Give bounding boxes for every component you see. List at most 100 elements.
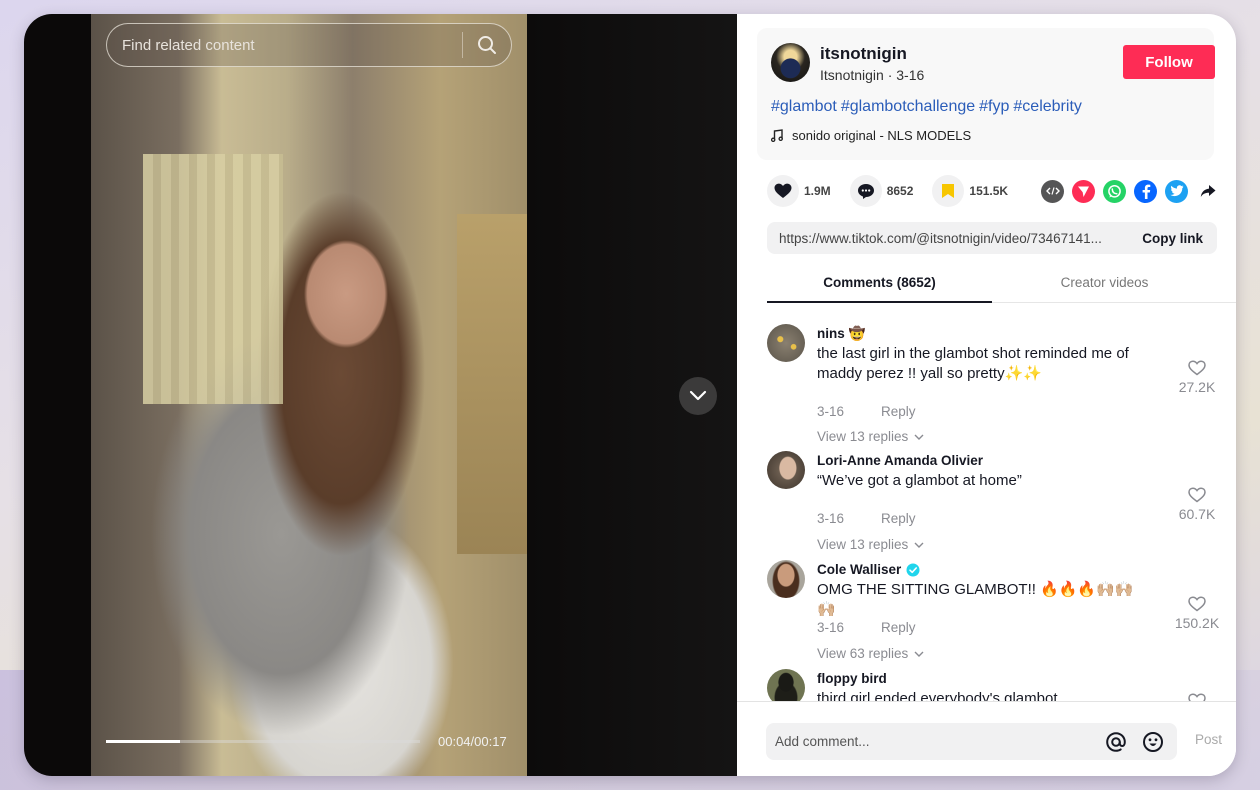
comment-item: floppy bird third girl ended everybody's… <box>767 669 1227 701</box>
heart-outline-icon <box>1188 693 1206 701</box>
comment-input-wrapper <box>766 723 1177 760</box>
follow-button[interactable]: Follow <box>1123 45 1215 79</box>
chevron-down-icon <box>914 542 924 548</box>
details-panel: itsnotnigin Itsnotnigin · 3-16 Follow #g… <box>737 14 1236 776</box>
tab-comments[interactable]: Comments (8652) <box>767 267 992 303</box>
bookmark-icon <box>942 184 955 198</box>
tab-creator-videos[interactable]: Creator videos <box>992 267 1217 302</box>
next-video-button[interactable] <box>679 377 717 415</box>
video-player[interactable]: 00:04/00:17 <box>24 14 737 776</box>
hashtag-link[interactable]: #glambot <box>771 98 837 115</box>
view-replies-button[interactable]: View 63 replies <box>817 646 924 661</box>
at-mention-icon <box>1106 731 1126 752</box>
heart-icon <box>774 183 792 198</box>
comment-text: the last girl in the glambot shot remind… <box>817 345 1129 382</box>
video-link-box: https://www.tiktok.com/@itsnotnigin/vide… <box>767 222 1217 254</box>
view-replies-label: View 13 replies <box>817 429 909 444</box>
comment-avatar[interactable] <box>767 324 805 362</box>
facebook-share-button[interactable] <box>1134 179 1157 203</box>
comment-like-button[interactable]: 150.2K <box>1167 596 1227 631</box>
embed-button[interactable] <box>1041 179 1064 203</box>
author-avatar[interactable] <box>771 43 810 82</box>
video-url[interactable]: https://www.tiktok.com/@itsnotnigin/vide… <box>767 231 1132 246</box>
comment-avatar[interactable] <box>767 669 805 701</box>
chevron-down-icon <box>914 651 924 657</box>
emoji-icon <box>1143 731 1163 752</box>
share-icons <box>1041 179 1219 203</box>
comment-meta: 3-16 Reply <box>817 620 916 635</box>
comment-input[interactable] <box>766 734 1103 749</box>
comment-username[interactable]: floppy bird <box>817 671 887 686</box>
tiktok-video-modal: 00:04/00:17 itsnotnigin Itsnotnigin · 3-… <box>24 14 1236 776</box>
view-replies-button[interactable]: View 13 replies <box>817 429 924 444</box>
comment-like-count: 60.7K <box>1178 506 1216 522</box>
post-comment-button[interactable]: Post <box>1195 732 1222 747</box>
comment-text: third girl ended everybody's glambot <box>817 690 1058 701</box>
comment-like-count: 150.2K <box>1174 615 1220 631</box>
more-share-button[interactable] <box>1196 180 1219 203</box>
reply-button[interactable]: Reply <box>881 404 916 419</box>
comment-date: 3-16 <box>817 404 845 419</box>
comment-avatar[interactable] <box>767 451 805 489</box>
author-name[interactable]: itsnotnigin <box>820 44 907 64</box>
heart-outline-icon <box>1188 360 1206 376</box>
video-progress-bar[interactable] <box>106 740 420 743</box>
emoji-button[interactable] <box>1140 729 1166 755</box>
comment-text: “We’ve got a glambot at home” <box>817 472 1022 489</box>
twitter-share-button[interactable] <box>1165 179 1188 203</box>
related-content-search <box>106 23 512 67</box>
comment-like-button[interactable]: 60.7K <box>1167 487 1227 522</box>
video-frame[interactable] <box>91 14 527 776</box>
video-time: 00:04/00:17 <box>438 734 507 749</box>
comment-meta: 3-16 Reply <box>817 511 916 526</box>
mention-button[interactable] <box>1103 729 1129 755</box>
view-replies-label: View 63 replies <box>817 646 909 661</box>
panel-tabs: Comments (8652) Creator videos <box>767 267 1236 303</box>
comment-item: nins 🤠 the last girl in the glambot shot… <box>767 324 1227 444</box>
comment-username[interactable]: Cole Walliser <box>817 562 901 577</box>
author-subtitle: Itsnotnigin · 3-16 <box>820 67 925 83</box>
search-input[interactable] <box>107 36 462 54</box>
comment-like-button[interactable]: 27.2K <box>1167 360 1227 395</box>
music-note-icon <box>771 129 783 142</box>
whatsapp-icon <box>1108 184 1121 198</box>
chevron-down-icon <box>689 390 707 401</box>
video-scene-curtain <box>143 154 283 404</box>
comment-avatar[interactable] <box>767 560 805 598</box>
comment-like-count: 27.2K <box>1178 379 1216 395</box>
comment-like-button[interactable] <box>1167 693 1227 701</box>
whatsapp-share-button[interactable] <box>1103 179 1126 203</box>
music-link[interactable]: sonido original - NLS MODELS <box>771 128 971 143</box>
comment-username-row: Cole Walliser <box>817 562 920 577</box>
comment-button[interactable]: 8652 <box>849 175 913 207</box>
comment-date: 3-16 <box>817 511 845 526</box>
embed-icon <box>1045 187 1060 195</box>
reply-button[interactable]: Reply <box>881 511 916 526</box>
hashtag-link[interactable]: #celebrity <box>1013 98 1081 115</box>
comment-composer: Post <box>737 701 1236 776</box>
heart-outline-icon <box>1188 487 1206 503</box>
comment-username[interactable]: Lori-Anne Amanda Olivier <box>817 453 983 468</box>
copy-link-button[interactable]: Copy link <box>1132 231 1217 246</box>
comment-text: OMG THE SITTING GLAMBOT!! 🔥🔥🔥🙌🏼🙌🏼🙌🏼 <box>817 581 1134 618</box>
like-button[interactable]: 1.9M <box>767 175 831 207</box>
post-info-card: itsnotnigin Itsnotnigin · 3-16 Follow #g… <box>757 28 1215 160</box>
share-arrow-icon <box>1200 185 1215 197</box>
facebook-icon <box>1142 184 1150 199</box>
engagement-stats: 1.9M 8652 151.5K <box>767 174 1215 208</box>
save-button[interactable]: 151.5K <box>932 175 1008 207</box>
view-replies-button[interactable]: View 13 replies <box>817 537 924 552</box>
comment-username[interactable]: nins 🤠 <box>817 326 865 342</box>
comments-list[interactable]: nins 🤠 the last girl in the glambot shot… <box>737 304 1236 701</box>
video-scene-door <box>457 214 527 554</box>
reply-button[interactable]: Reply <box>881 620 916 635</box>
view-replies-label: View 13 replies <box>817 537 909 552</box>
comment-bubble-icon <box>857 183 874 199</box>
search-button[interactable] <box>463 24 511 66</box>
hashtag-link[interactable]: #glambotchallenge <box>841 98 975 115</box>
search-icon <box>478 36 496 54</box>
hashtag-link[interactable]: #fyp <box>979 98 1009 115</box>
send-to-friends-button[interactable] <box>1072 179 1095 203</box>
twitter-icon <box>1169 185 1183 197</box>
save-count: 151.5K <box>969 184 1009 198</box>
